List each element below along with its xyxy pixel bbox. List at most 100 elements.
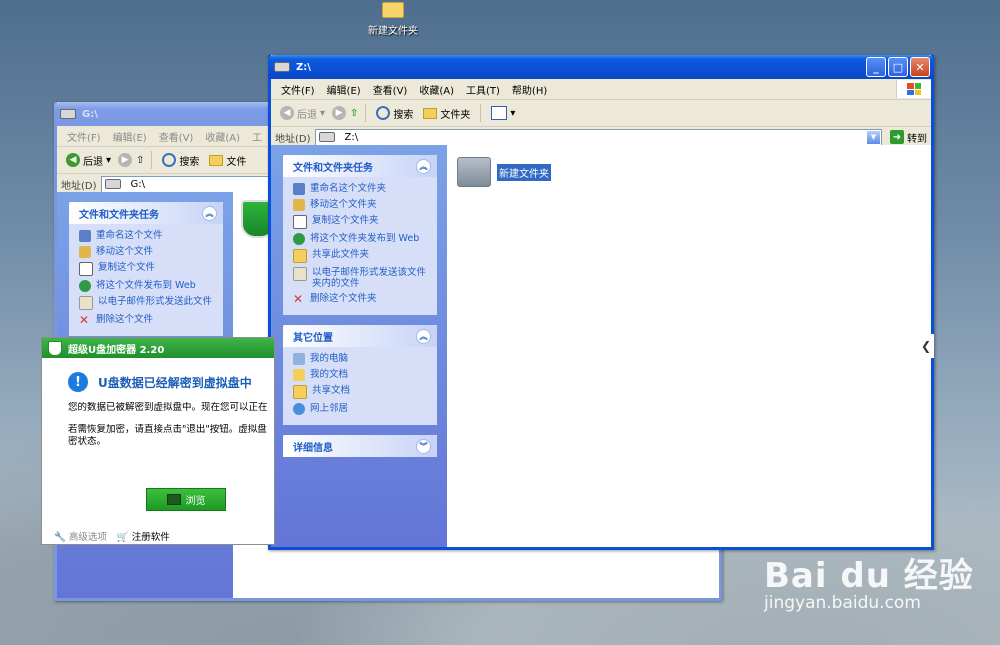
task-move-folder[interactable]: 移动这个文件夹 — [293, 199, 431, 211]
task-publish[interactable]: 将这个文件发布到 Web — [79, 280, 217, 292]
task-publish-folder[interactable]: 将这个文件夹发布到 Web — [293, 233, 431, 245]
search-button[interactable]: 搜索 — [373, 106, 416, 121]
collapse-icon[interactable]: ︽ — [416, 158, 431, 174]
menu-file[interactable]: 文件(F) — [275, 82, 321, 97]
place-shared-documents[interactable]: 共享文档 — [293, 385, 431, 399]
email-icon — [293, 267, 307, 281]
up-folder-icon[interactable]: ⇧ — [350, 108, 358, 119]
go-arrow-icon: ➜ — [890, 130, 904, 144]
menu-edit[interactable]: 编辑(E) — [107, 129, 153, 144]
windows-logo — [896, 80, 931, 98]
window-body: 文件和文件夹任务 ︽ 重命名这个文件夹 移动这个文件夹 复制这个文件夹 将这个文… — [271, 145, 931, 547]
menu-bar: 文件(F) 编辑(E) 查看(V) 收藏(A) 工具(T) 帮助(H) — [271, 79, 931, 100]
menu-view[interactable]: 查看(V) — [367, 82, 414, 97]
views-button[interactable]: ▾ — [488, 106, 518, 120]
close-button[interactable]: ✕ — [910, 57, 930, 77]
register-software-link[interactable]: 🛒 注册软件 — [117, 529, 170, 543]
folders-button[interactable]: 文件夹 — [420, 106, 473, 121]
menu-edit[interactable]: 编辑(E) — [321, 82, 367, 97]
move-icon — [293, 199, 305, 211]
task-share-folder[interactable]: 共享此文件夹 — [293, 249, 431, 263]
move-icon — [79, 246, 91, 258]
file-view[interactable]: 新建文件夹 — [447, 145, 931, 547]
folders-button[interactable]: 文件 — [206, 153, 249, 168]
watermark-url: jingyan.baidu.com — [764, 593, 921, 613]
folder-icon — [423, 107, 438, 119]
menu-tools[interactable]: 工具(T) — [460, 82, 506, 97]
task-copy-folder[interactable]: 复制这个文件夹 — [293, 215, 431, 229]
place-my-documents[interactable]: 我的文档 — [293, 369, 431, 381]
delete-icon: ✕ — [79, 313, 90, 327]
task-email[interactable]: 以电子邮件形式发送此文件 — [79, 296, 217, 310]
dialog-message-3: 密状态。 — [68, 436, 107, 447]
dialog-heading: U盘数据已经解密到虚拟盘中 — [98, 375, 252, 390]
encryptor-dialog: 超级U盘加密器 2.20 ! U盘数据已经解密到虚拟盘中 您的数据已被解密到虚拟… — [41, 337, 275, 545]
back-arrow-icon: ◀ — [66, 153, 80, 167]
copy-icon — [79, 262, 93, 276]
network-icon — [293, 403, 305, 415]
expand-icon[interactable]: ︾ — [416, 438, 431, 454]
back-button[interactable]: ◀ 后退 ▾ — [277, 106, 328, 121]
up-folder-icon[interactable]: ⇧ — [136, 155, 144, 166]
file-tasks-header[interactable]: 文件和文件夹任务 ︽ — [283, 155, 437, 177]
file-tasks-header[interactable]: 文件和文件夹任务 ︽ — [69, 202, 223, 224]
drive-icon — [318, 132, 335, 142]
search-button[interactable]: 搜索 — [159, 153, 202, 168]
share-folder-icon — [293, 249, 307, 263]
menu-favorites[interactable]: 收藏(A) — [199, 129, 246, 144]
task-pane: 文件和文件夹任务 ︽ 重命名这个文件夹 移动这个文件夹 复制这个文件夹 将这个文… — [271, 145, 447, 547]
menu-view[interactable]: 查看(V) — [153, 129, 200, 144]
address-input[interactable]: Z:\ ▼ — [314, 128, 882, 146]
desktop-folder-icon[interactable]: 新建文件夹 — [360, 0, 426, 37]
task-email-folder[interactable]: 以电子邮件形式发送该文件夹内的文件 — [293, 267, 431, 289]
forward-arrow-icon[interactable]: ▶ — [118, 153, 133, 167]
back-arrow-icon: ◀ — [280, 106, 294, 120]
search-icon — [376, 106, 391, 120]
menu-file[interactable]: 文件(F) — [61, 129, 107, 144]
task-delete[interactable]: ✕ 删除这个文件 — [79, 314, 217, 326]
other-places-header[interactable]: 其它位置 ︽ — [283, 325, 437, 347]
dialog-message-1: 您的数据已被解密到虚拟盘中。现在您可以正在 — [68, 402, 268, 413]
advanced-options-link[interactable]: 🔧 高级选项 — [54, 529, 107, 543]
minimize-button[interactable]: _ — [866, 57, 886, 77]
collapse-icon[interactable]: ︽ — [202, 205, 217, 221]
copy-icon — [293, 215, 307, 229]
menu-help[interactable]: 帮助(H) — [506, 82, 553, 97]
dialog-titlebar[interactable]: 超级U盘加密器 2.20 — [42, 338, 274, 358]
menu-favorites[interactable]: 收藏(A) — [413, 82, 460, 97]
file-tasks-panel: 文件和文件夹任务 ︽ 重命名这个文件夹 移动这个文件夹 复制这个文件夹 将这个文… — [283, 155, 437, 315]
windows-flag-icon — [907, 83, 921, 95]
address-label: 地址(D) — [275, 133, 311, 145]
explorer-window-z: Z:\ _ □ ✕ 文件(F) 编辑(E) 查看(V) 收藏(A) 工具(T) … — [268, 55, 934, 550]
forward-arrow-icon[interactable]: ▶ — [332, 106, 347, 120]
go-button[interactable]: ➜ 转到 — [886, 130, 931, 145]
task-delete-folder[interactable]: ✕ 删除这个文件夹 — [293, 293, 431, 305]
folder-icon — [166, 494, 181, 505]
place-network[interactable]: 网上邻居 — [293, 403, 431, 415]
folder-icon — [209, 154, 224, 166]
shared-folder-icon — [293, 385, 307, 399]
shield-icon — [48, 340, 62, 356]
folder-item[interactable]: 新建文件夹 — [457, 157, 551, 187]
back-button[interactable]: ◀ 后退 ▾ — [63, 153, 114, 168]
delete-icon: ✕ — [293, 292, 304, 306]
chevron-down-icon[interactable]: ▼ — [866, 129, 881, 145]
window-titlebar[interactable]: Z:\ _ □ ✕ — [268, 55, 934, 79]
place-my-computer[interactable]: 我的电脑 — [293, 353, 431, 365]
menu-tools[interactable]: 工 — [246, 129, 268, 144]
rename-icon — [293, 183, 305, 195]
rename-icon — [79, 230, 91, 242]
search-icon — [162, 153, 177, 167]
info-icon: ! — [68, 372, 88, 392]
task-rename-folder[interactable]: 重命名这个文件夹 — [293, 183, 431, 195]
maximize-button[interactable]: □ — [888, 57, 908, 77]
collapse-icon[interactable]: ︽ — [416, 328, 431, 344]
task-move[interactable]: 移动这个文件 — [79, 246, 217, 258]
browse-button[interactable]: 浏览 — [146, 488, 226, 511]
task-rename[interactable]: 重命名这个文件 — [79, 230, 217, 242]
folder-item-label: 新建文件夹 — [497, 163, 551, 181]
task-copy[interactable]: 复制这个文件 — [79, 262, 217, 276]
globe-icon — [293, 233, 305, 245]
drive-icon — [274, 62, 290, 72]
details-header[interactable]: 详细信息 ︾ — [283, 435, 437, 457]
